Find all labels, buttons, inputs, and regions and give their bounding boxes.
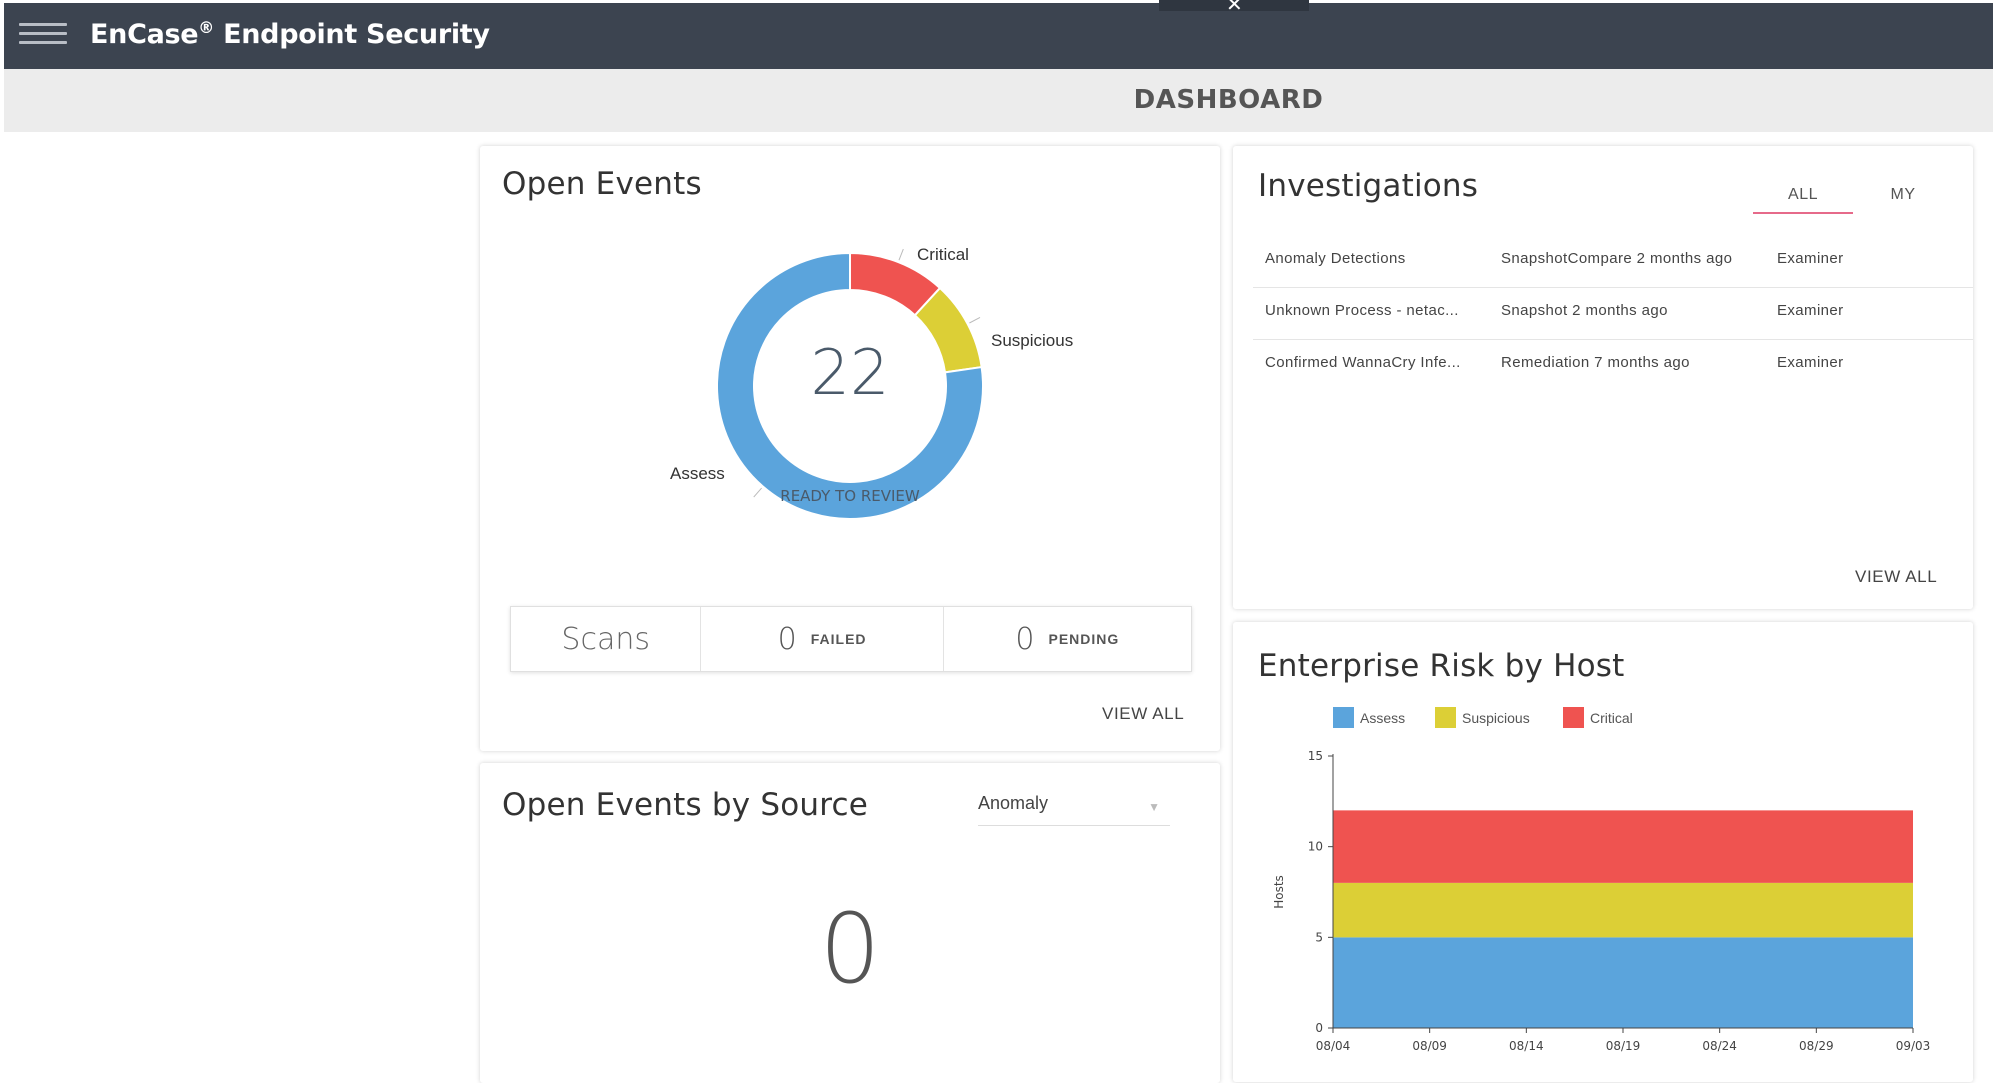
table-row[interactable]: Unknown Process - netac... Snapshot 2 mo… xyxy=(1253,288,1973,340)
enterprise-risk-card: Enterprise Risk by Host Assess Suspiciou… xyxy=(1233,622,1973,1082)
y-axis-label: Hosts xyxy=(1272,875,1286,909)
x-tick-label: 09/03 xyxy=(1896,1039,1931,1053)
card-title: Open Events xyxy=(502,166,702,202)
risk-chart: 0 5 10 15 08/04 08/09 08/14 08/19 08/24 08/29 09/0… xyxy=(1272,749,1931,1053)
donut-label-assess: Assess xyxy=(670,464,725,483)
investigation-type: SnapshotCompare 2 months ago xyxy=(1501,250,1733,267)
investigation-role: Examiner xyxy=(1777,354,1844,371)
scans-label: Scans xyxy=(561,621,650,657)
investigation-type: Snapshot 2 months ago xyxy=(1501,302,1668,319)
donut-svg xyxy=(716,248,984,520)
close-tab[interactable]: ✕ xyxy=(1159,0,1309,15)
investigations-view-all-link[interactable]: VIEW ALL xyxy=(1855,567,1937,587)
investigation-role: Examiner xyxy=(1777,302,1844,319)
area-series-suspicious[interactable] xyxy=(1333,882,1913,938)
app-title-name: EnCase xyxy=(90,19,199,50)
donut-chart: Critical Suspicious Assess xyxy=(480,206,1220,626)
scans-pending-count: 0 xyxy=(1015,621,1035,657)
source-dropdown[interactable]: Anomaly ▼ xyxy=(978,793,1170,826)
y-tick-label: 10 xyxy=(1308,840,1323,854)
open-events-by-source-card: Open Events by Source Anomaly ▼ 0 xyxy=(480,763,1220,1083)
source-event-count: 0 xyxy=(819,893,881,1005)
open-events-card: Open Events Critical Suspicious Assess 2… xyxy=(480,146,1220,751)
scans-pending[interactable]: 0 PENDING xyxy=(944,607,1191,671)
investigation-type: Remediation 7 months ago xyxy=(1501,354,1690,371)
investigation-name: Unknown Process - netac... xyxy=(1265,302,1459,319)
scans-summary: Scans 0 FAILED 0 PENDING xyxy=(510,606,1192,672)
source-dropdown-value: Anomaly xyxy=(978,793,1049,813)
investigation-name: Confirmed WannaCry Infe... xyxy=(1265,354,1461,371)
scans-failed[interactable]: 0 FAILED xyxy=(701,607,944,671)
investigations-table: Anomaly Detections SnapshotCompare 2 mon… xyxy=(1253,236,1973,391)
chevron-down-icon: ▼ xyxy=(1148,800,1160,814)
investigation-role: Examiner xyxy=(1777,250,1844,267)
app-title-suffix: Endpoint Security xyxy=(214,19,490,50)
page-title: DASHBOARD xyxy=(1133,85,1324,115)
registered-mark: ® xyxy=(198,18,214,37)
x-tick-label: 08/29 xyxy=(1799,1039,1834,1053)
investigation-name: Anomaly Detections xyxy=(1265,250,1406,267)
donut-label-suspicious: Suspicious xyxy=(991,331,1074,350)
y-tick-label: 5 xyxy=(1315,930,1323,944)
hamburger-menu-icon[interactable] xyxy=(19,23,67,49)
table-row[interactable]: Anomaly Detections SnapshotCompare 2 mon… xyxy=(1253,236,1973,288)
x-tick-label: 08/24 xyxy=(1702,1039,1737,1053)
x-tick-label: 08/14 xyxy=(1509,1039,1544,1053)
x-tick-label: 08/04 xyxy=(1316,1039,1351,1053)
open-events-count: 22 xyxy=(810,336,890,409)
scans-failed-label: FAILED xyxy=(810,631,867,647)
investigations-card: Investigations ALL MY Anomaly Detections… xyxy=(1233,146,1973,609)
open-events-center-label: READY TO REVIEW xyxy=(780,487,920,505)
scans-failed-count: 0 xyxy=(777,621,797,657)
tab-my[interactable]: MY xyxy=(1873,186,1933,204)
app-title: EnCase® Endpoint Security xyxy=(90,18,490,50)
y-tick-label: 0 xyxy=(1315,1021,1323,1035)
scans-label-cell: Scans xyxy=(511,607,702,671)
area-series-critical[interactable] xyxy=(1333,810,1913,883)
table-row[interactable]: Confirmed WannaCry Infe... Remediation 7… xyxy=(1253,340,1973,391)
card-title: Open Events by Source xyxy=(502,787,869,823)
donut-label-critical: Critical xyxy=(917,245,969,264)
donut-leader-line xyxy=(898,248,904,261)
top-bar: EnCase® Endpoint Security ✕ xyxy=(4,0,1993,69)
x-tick-label: 08/09 xyxy=(1412,1039,1447,1053)
donut-leader-line xyxy=(969,316,981,324)
page-header: DASHBOARD xyxy=(4,69,1993,132)
tab-all[interactable]: ALL xyxy=(1753,186,1853,214)
card-title: Investigations xyxy=(1258,168,1479,204)
close-icon[interactable]: ✕ xyxy=(1226,0,1243,15)
y-tick-label: 15 xyxy=(1308,749,1323,763)
open-events-view-all-link[interactable]: VIEW ALL xyxy=(1102,704,1184,724)
area-series-assess[interactable] xyxy=(1333,937,1913,1028)
x-tick-label: 08/19 xyxy=(1606,1039,1641,1053)
scans-pending-label: PENDING xyxy=(1048,631,1120,647)
